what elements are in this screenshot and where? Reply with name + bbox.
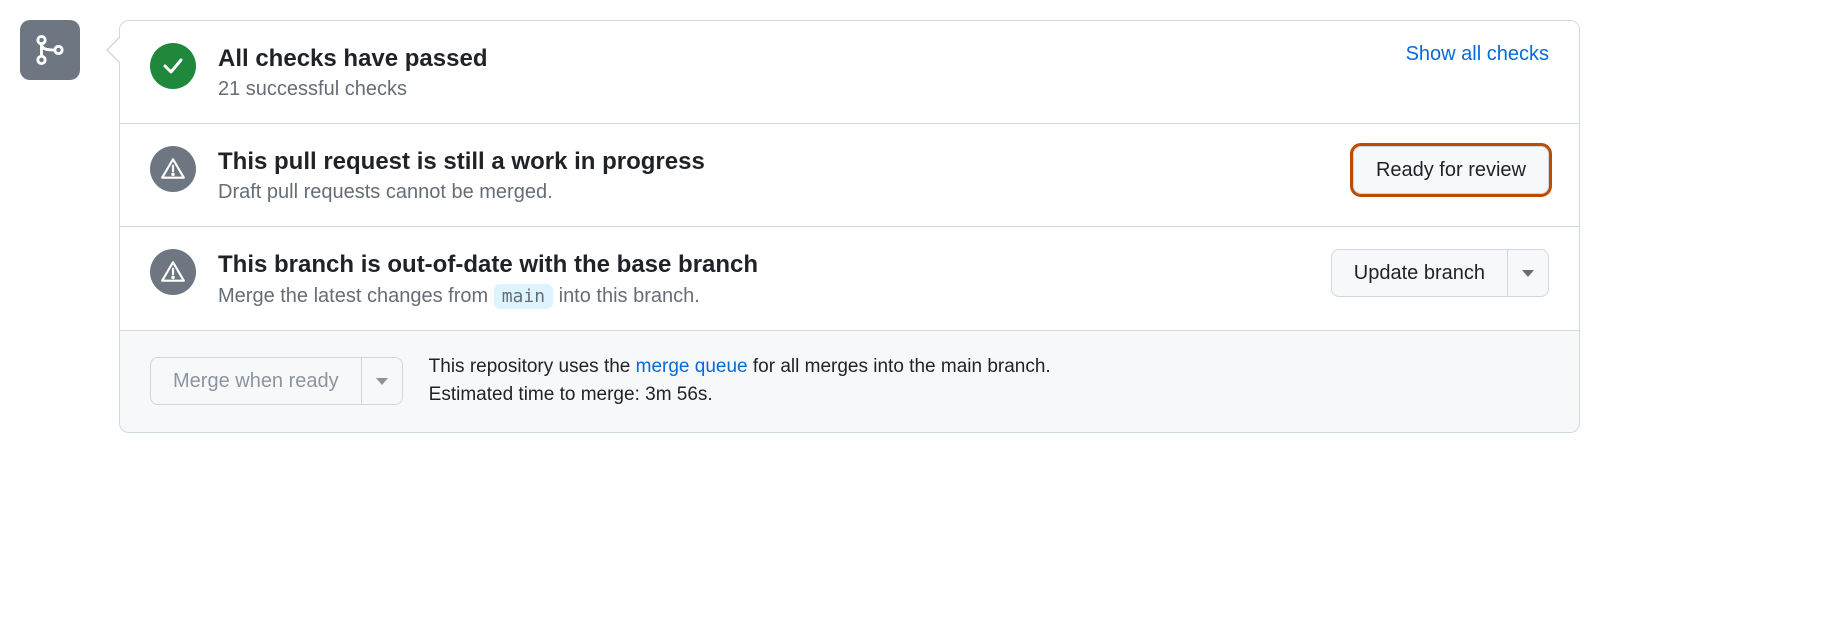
merge-status-panel: All checks have passed 21 successful che… (119, 20, 1580, 433)
check-icon (161, 54, 185, 78)
merge-when-ready-dropdown[interactable] (361, 357, 403, 405)
status-warning-badge (150, 146, 196, 192)
git-merge-icon (33, 33, 67, 67)
checks-section: All checks have passed 21 successful che… (120, 21, 1579, 124)
checks-body: All checks have passed 21 successful che… (218, 43, 1384, 101)
merge-line1: This repository uses the merge queue for… (429, 353, 1051, 382)
base-branch-pill: main (494, 284, 553, 309)
outdated-sub-suffix: into this branch. (553, 285, 700, 307)
alert-icon (160, 156, 186, 182)
alert-icon (160, 259, 186, 285)
merge-footer: Merge when ready This repository uses th… (120, 331, 1579, 432)
update-branch-group: Update branch (1331, 249, 1549, 297)
merge-queue-link[interactable]: merge queue (636, 356, 748, 377)
draft-title: This pull request is still a work in pro… (218, 146, 1331, 177)
merge-footer-text: This repository uses the merge queue for… (429, 353, 1051, 410)
outdated-subtitle: Merge the latest changes from main into … (218, 285, 1309, 308)
checks-title: All checks have passed (218, 43, 1384, 74)
merge-when-ready-button[interactable]: Merge when ready (150, 357, 361, 405)
callout-arrow (106, 36, 120, 64)
caret-down-icon (376, 378, 388, 385)
outdated-body: This branch is out-of-date with the base… (218, 249, 1309, 307)
caret-down-icon (1522, 270, 1534, 277)
draft-section: This pull request is still a work in pro… (120, 124, 1579, 227)
update-branch-dropdown[interactable] (1507, 249, 1549, 297)
checks-subtitle: 21 successful checks (218, 78, 1384, 101)
pr-merge-panel-wrapper: All checks have passed 21 successful che… (20, 20, 1580, 433)
merge-when-ready-group: Merge when ready (150, 357, 403, 405)
outdated-title: This branch is out-of-date with the base… (218, 249, 1309, 280)
outdated-sub-prefix: Merge the latest changes from (218, 285, 494, 307)
status-warning-badge (150, 249, 196, 295)
merge-line2: Estimated time to merge: 3m 56s. (429, 381, 1051, 410)
ready-for-review-button[interactable]: Ready for review (1353, 146, 1549, 194)
git-branch-badge (20, 20, 80, 80)
draft-body: This pull request is still a work in pro… (218, 146, 1331, 204)
show-all-checks-link[interactable]: Show all checks (1406, 43, 1549, 66)
merge-line1-prefix: This repository uses the (429, 356, 636, 377)
draft-subtitle: Draft pull requests cannot be merged. (218, 181, 1331, 204)
merge-line1-suffix: for all merges into the main branch. (748, 356, 1051, 377)
outdated-section: This branch is out-of-date with the base… (120, 227, 1579, 330)
update-branch-button[interactable]: Update branch (1331, 249, 1507, 297)
status-success-badge (150, 43, 196, 89)
